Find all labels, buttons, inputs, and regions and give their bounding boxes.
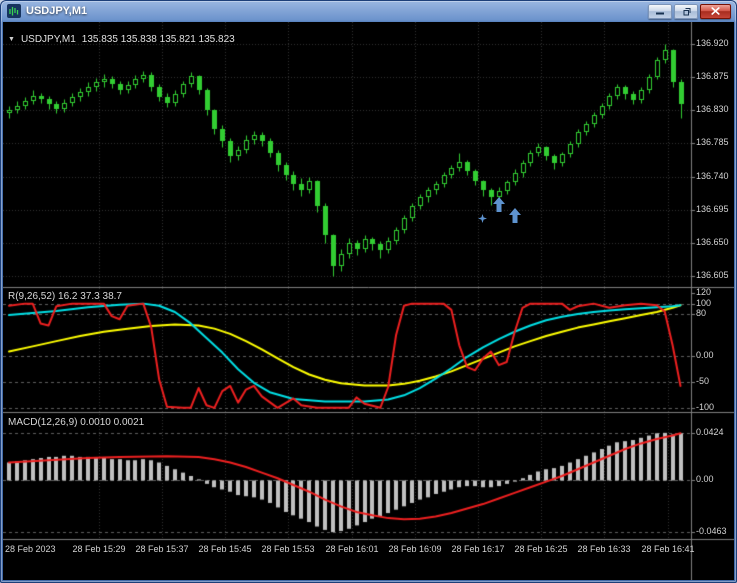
price-tick-label: 136.920 xyxy=(696,38,729,49)
oscillator-label: R(9,26,52) 16.2 37.3 38.7 xyxy=(8,291,122,302)
oscillator-tick-label: 120 xyxy=(696,287,712,298)
oscillator-tick-label: 80 xyxy=(696,308,707,319)
buy-arrow-icon[interactable] xyxy=(508,207,522,229)
price-tick-label: 136.605 xyxy=(696,269,729,280)
minimize-icon xyxy=(656,12,664,14)
macd-label: MACD(12,26,9) 0.0010 0.0021 xyxy=(8,417,145,428)
oscillator-tick-label: 0.00 xyxy=(696,349,714,360)
time-label: 28 Feb 15:53 xyxy=(261,544,315,554)
macd-tick-label: 0.0424 xyxy=(696,426,724,437)
restore-button[interactable] xyxy=(674,3,698,19)
chart-icon[interactable] xyxy=(7,4,21,18)
time-label: 28 Feb 16:01 xyxy=(325,544,379,554)
time-label: 28 Feb 15:45 xyxy=(198,544,252,554)
time-label: 28 Feb 16:41 xyxy=(641,544,695,554)
price-axis[interactable]: 136.920 136.875 136.830 136.785 136.740 136.6… xyxy=(692,22,734,580)
restore-icon xyxy=(683,7,690,15)
oscillator-tick-label: 100 xyxy=(696,297,712,308)
ohlc-values: 135.835 135.838 135.821 135.823 xyxy=(81,34,235,45)
time-label: 28 Feb 16:33 xyxy=(577,544,631,554)
close-icon xyxy=(711,7,720,15)
close-button[interactable] xyxy=(700,3,731,19)
time-axis[interactable]: 28 Feb 2023 28 Feb 15:29 28 Feb 15:37 28 Fe… xyxy=(3,541,734,580)
buy-arrow-icon[interactable] xyxy=(492,197,506,218)
time-label: 28 Feb 16:09 xyxy=(388,544,442,554)
price-tick-label: 136.830 xyxy=(696,104,729,115)
price-tick-label: 136.785 xyxy=(696,137,729,148)
time-label: 28 Feb 15:29 xyxy=(72,544,126,554)
oscillator-tick-label: -50 xyxy=(696,375,710,386)
macd-tick-label: -0.0463 xyxy=(696,526,727,537)
price-tick-label: 136.740 xyxy=(696,170,729,181)
titlebar[interactable]: USDJPY,M1 xyxy=(0,0,737,22)
window-title: USDJPY,M1 xyxy=(26,5,88,17)
price-tick-label: 136.695 xyxy=(696,203,729,214)
chart-overlay: ▼ USDJPY,M1 135.835 135.838 135.821 135.… xyxy=(3,22,734,580)
chart-window: USDJPY,M1 ▼ USDJPY,M1 135.835 135.838 13… xyxy=(0,0,737,583)
price-tick-label: 136.650 xyxy=(696,236,729,247)
time-label: 28 Feb 15:37 xyxy=(135,544,189,554)
star-icon[interactable] xyxy=(478,210,487,228)
time-label: 28 Feb 16:25 xyxy=(514,544,568,554)
time-label: 28 Feb 16:17 xyxy=(451,544,505,554)
price-tick-label: 136.875 xyxy=(696,71,729,82)
minimize-button[interactable] xyxy=(648,3,672,19)
macd-tick-label: 0.00 xyxy=(696,474,714,485)
oscillator-tick-label: -100 xyxy=(696,401,715,412)
chart-header: ▼ USDJPY,M1 135.835 135.838 135.821 135.… xyxy=(8,34,235,45)
symbol-dropdown-icon[interactable]: ▼ xyxy=(8,35,15,45)
symbol-timeframe-label: USDJPY,M1 xyxy=(20,34,76,45)
time-label: 28 Feb 2023 xyxy=(5,544,56,554)
chart-area: ▼ USDJPY,M1 135.835 135.838 135.821 135.… xyxy=(3,22,734,580)
window-controls xyxy=(648,3,731,19)
